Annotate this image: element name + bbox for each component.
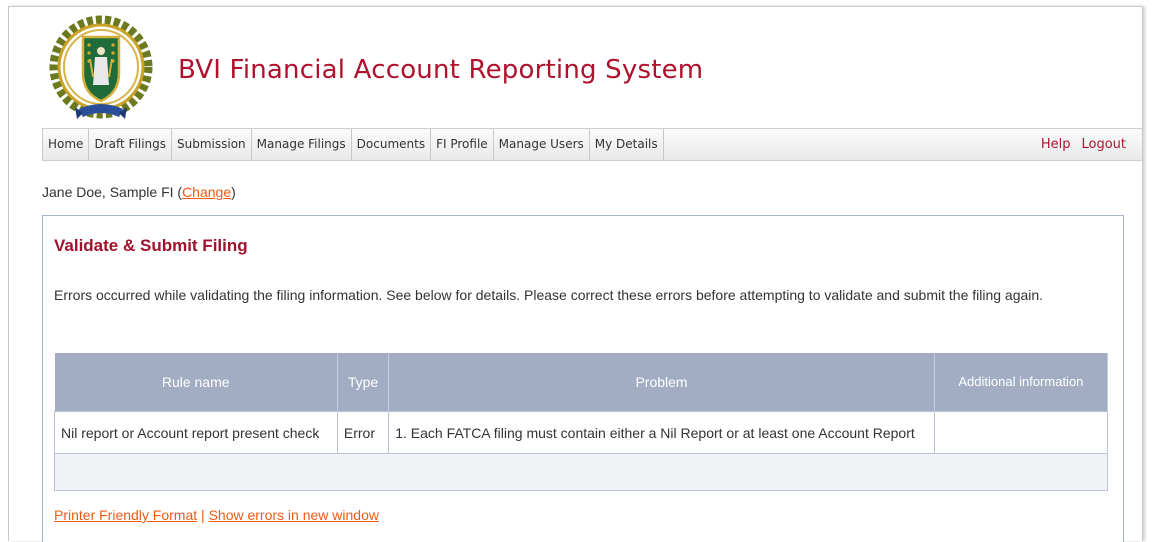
table-footer-row: [54, 453, 1108, 491]
validate-submit-panel: Validate & Submit Filing Errors occurred…: [42, 215, 1124, 542]
help-link[interactable]: Help: [1041, 129, 1071, 160]
cell-problem: 1. Each FATCA filing must contain either…: [388, 411, 935, 454]
page-frame: BVI Financial Account Reporting System H…: [8, 6, 1143, 542]
nav-item-submission[interactable]: Submission: [171, 129, 251, 160]
nav-items: Home Draft Filings Submission Manage Fil…: [42, 129, 664, 160]
nav-item-draft-filings[interactable]: Draft Filings: [88, 129, 171, 160]
panel-title: Validate & Submit Filing: [54, 236, 248, 255]
main-nav: Home Draft Filings Submission Manage Fil…: [42, 128, 1142, 161]
user-info: Jane Doe, Sample FI (Change): [42, 184, 236, 200]
printer-friendly-link[interactable]: Printer Friendly Format: [54, 507, 197, 523]
nav-divider: [662, 129, 664, 160]
nav-item-documents[interactable]: Documents: [350, 129, 430, 160]
table-row: Nil report or Account report present che…: [54, 411, 1109, 454]
bvi-crest-logo: [49, 15, 153, 119]
logout-link[interactable]: Logout: [1081, 129, 1126, 160]
site-title: BVI Financial Account Reporting System: [178, 55, 704, 85]
column-header-problem: Problem: [388, 353, 935, 412]
user-name-text: Jane Doe, Sample FI (: [42, 184, 183, 200]
show-errors-link[interactable]: Show errors in new window: [209, 507, 379, 523]
change-link[interactable]: Change: [182, 184, 231, 200]
nav-item-fi-profile[interactable]: FI Profile: [430, 129, 493, 160]
nav-item-home[interactable]: Home: [42, 129, 88, 160]
nav-right-links: Help Logout: [1041, 129, 1126, 160]
cell-additional: [933, 411, 1109, 454]
table-footer-cell: [54, 453, 1108, 491]
table-header-row: Rule name Type Problem Additional inform…: [54, 353, 1109, 412]
cell-type: Error: [336, 411, 390, 454]
footer-links: Printer Friendly Format | Show errors in…: [54, 507, 379, 523]
user-close-paren: ): [231, 184, 236, 200]
errors-table: Rule name Type Problem Additional inform…: [54, 353, 1109, 491]
nav-item-manage-filings[interactable]: Manage Filings: [250, 129, 351, 160]
nav-item-my-details[interactable]: My Details: [588, 129, 663, 160]
nav-item-manage-users[interactable]: Manage Users: [492, 129, 589, 160]
cell-rule-name: Nil report or Account report present che…: [54, 411, 338, 454]
error-message: Errors occurred while validating the fil…: [54, 287, 1044, 303]
column-header-additional-information: Additional information: [934, 353, 1109, 412]
header: BVI Financial Account Reporting System: [9, 7, 1142, 128]
column-header-rule-name: Rule name: [54, 353, 338, 412]
column-header-type: Type: [337, 353, 390, 412]
link-separator: |: [201, 507, 205, 523]
